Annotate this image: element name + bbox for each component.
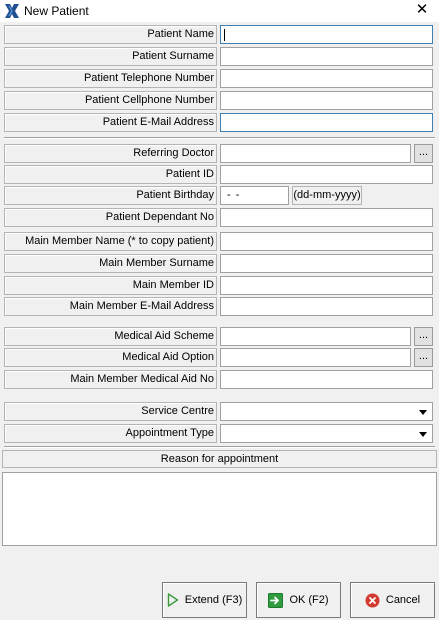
reason-header: Reason for appointment — [2, 450, 437, 468]
appointment-type-select[interactable] — [220, 424, 433, 443]
medical-aid-option-label: Medical Aid Option — [4, 348, 217, 367]
patient-telephone-label: Patient Telephone Number — [4, 69, 217, 88]
appointment-type-label: Appointment Type — [4, 424, 217, 443]
title-bar: New Patient ✕ — [0, 0, 439, 22]
medical-aid-option-browse-button[interactable]: ... — [414, 348, 433, 367]
main-member-name-label: Main Member Name (* to copy patient) — [4, 232, 217, 251]
medical-aid-option-input[interactable] — [220, 348, 411, 367]
cancel-x-icon — [365, 593, 380, 608]
main-member-id-label: Main Member ID — [4, 276, 217, 295]
referring-doctor-label: Referring Doctor — [4, 144, 217, 163]
main-member-name-input[interactable] — [220, 232, 433, 251]
patient-birthday-input[interactable]: - - — [220, 186, 289, 205]
dropdown-arrow-icon — [419, 432, 427, 437]
medical-aid-no-label: Main Member Medical Aid No — [4, 370, 217, 389]
patient-name-label: Patient Name — [4, 25, 217, 44]
main-member-id-input[interactable] — [220, 276, 433, 295]
patient-dependant-label: Patient Dependant No — [4, 208, 217, 227]
text-caret — [224, 29, 225, 41]
patient-name-input[interactable] — [220, 25, 433, 44]
medical-aid-scheme-input[interactable] — [220, 327, 411, 346]
main-member-surname-label: Main Member Surname — [4, 254, 217, 273]
birthday-format-hint: (dd-mm-yyyy) — [292, 186, 362, 205]
section-divider — [4, 137, 435, 139]
reason-textarea[interactable] — [2, 472, 437, 546]
service-centre-select[interactable] — [220, 402, 433, 421]
patient-id-label: Patient ID — [4, 165, 217, 184]
birthday-value: - - — [227, 189, 241, 201]
patient-email-label: Patient E-Mail Address — [4, 113, 217, 132]
patient-id-input[interactable] — [220, 165, 433, 184]
medical-aid-scheme-browse-button[interactable]: ... — [414, 327, 433, 346]
main-member-email-input[interactable] — [220, 297, 433, 316]
ok-button-label: OK (F2) — [289, 594, 329, 606]
extend-button-label: Extend (F3) — [184, 594, 243, 606]
medical-aid-scheme-label: Medical Aid Scheme — [4, 327, 217, 346]
dropdown-arrow-icon — [419, 410, 427, 415]
patient-cellphone-label: Patient Cellphone Number — [4, 91, 217, 110]
section-divider — [4, 446, 435, 448]
play-arrow-icon — [167, 593, 179, 607]
service-centre-label: Service Centre — [4, 402, 217, 421]
enter-arrow-icon — [268, 592, 284, 608]
extend-button[interactable]: Extend (F3) — [162, 582, 247, 618]
referring-doctor-input[interactable] — [220, 144, 411, 163]
cancel-button[interactable]: Cancel — [350, 582, 435, 618]
ok-button[interactable]: OK (F2) — [256, 582, 341, 618]
patient-email-input[interactable] — [220, 113, 433, 132]
close-button[interactable]: ✕ — [413, 1, 431, 19]
cancel-button-label: Cancel — [385, 594, 421, 606]
patient-surname-input[interactable] — [220, 47, 433, 66]
app-logo-icon — [5, 4, 19, 18]
window-title: New Patient — [24, 4, 89, 18]
patient-cellphone-input[interactable] — [220, 91, 433, 110]
referring-doctor-browse-button[interactable]: ... — [414, 144, 433, 163]
main-member-surname-input[interactable] — [220, 254, 433, 273]
patient-telephone-input[interactable] — [220, 69, 433, 88]
main-member-email-label: Main Member E-Mail Address — [4, 297, 217, 316]
patient-dependant-input[interactable] — [220, 208, 433, 227]
close-icon: ✕ — [415, 1, 429, 18]
medical-aid-no-input[interactable] — [220, 370, 433, 389]
patient-surname-label: Patient Surname — [4, 47, 217, 66]
patient-birthday-label: Patient Birthday — [4, 186, 217, 205]
